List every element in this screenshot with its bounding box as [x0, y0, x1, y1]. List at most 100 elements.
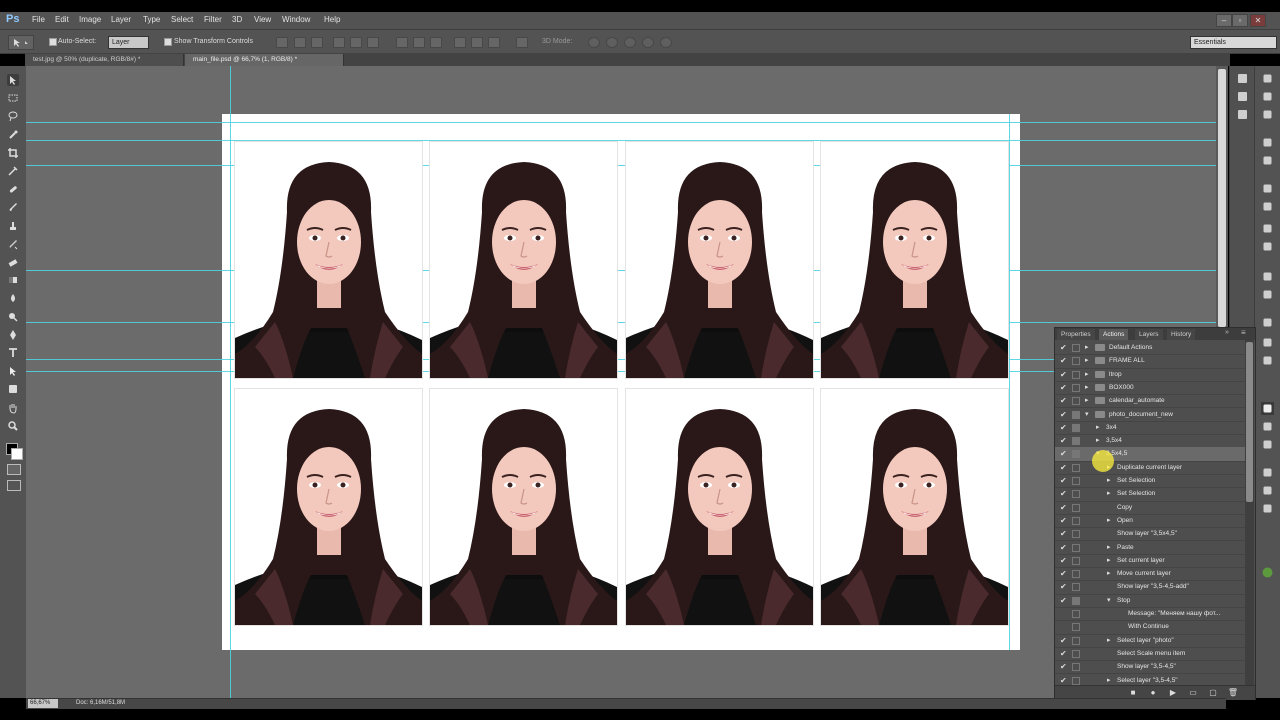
auto-select-checkbox[interactable] [49, 38, 57, 46]
action-row[interactable]: With Continue [1055, 620, 1245, 635]
dialog-toggle-checkbox[interactable] [1072, 663, 1080, 672]
action-row[interactable]: ✔ ▸ Select layer "3,5-4,5" [1055, 674, 1245, 688]
menu-filter[interactable]: Filter [204, 15, 222, 24]
toggle-item-checkbox[interactable]: ✔ [1060, 541, 1069, 554]
timeline-icon[interactable] [1261, 438, 1274, 451]
action-row[interactable]: ✔ ▸ 3,5x4 [1055, 434, 1245, 449]
action-row[interactable]: ✔▸Duplicate current layer [1055, 461, 1245, 475]
minimize-button[interactable]: – [1216, 14, 1232, 27]
toggle-item-checkbox[interactable]: ✔ [1060, 474, 1069, 487]
styles-icon[interactable] [1261, 154, 1274, 167]
collapse-arrow-icon[interactable]: ▾ [1085, 408, 1089, 421]
healing-brush-icon[interactable] [7, 183, 19, 195]
menu-select[interactable]: Select [171, 15, 193, 24]
paragraph-icon[interactable] [1261, 288, 1274, 301]
action-row[interactable]: ✔ Show layer "3,5-4,5" [1055, 660, 1245, 675]
align-distribute-icon[interactable] [430, 37, 442, 48]
expand-arrow-icon[interactable]: ▸ [1085, 381, 1089, 394]
dialog-toggle-checkbox[interactable] [1072, 516, 1080, 525]
channels-icon[interactable] [1261, 336, 1274, 349]
crop-tool-icon[interactable] [7, 147, 19, 159]
dialog-toggle-checkbox[interactable] [1072, 636, 1080, 645]
action-row[interactable]: ✔ ▾ Stop [1055, 594, 1245, 608]
dialog-toggle-checkbox[interactable] [1072, 437, 1080, 446]
move-tool-preset[interactable] [8, 35, 34, 50]
align-distribute-icon[interactable] [350, 37, 362, 48]
show-transform-checkbox[interactable] [164, 38, 172, 46]
toggle-item-checkbox[interactable]: ✔ [1060, 421, 1069, 434]
dialog-toggle-checkbox[interactable] [1072, 463, 1080, 472]
toggle-item-checkbox[interactable]: ✔ [1060, 487, 1069, 500]
brush-presets-icon[interactable] [1236, 90, 1249, 103]
tab-main-file-psd[interactable]: main_file.psd @ 66,7% (1, RGB/8) * [185, 54, 344, 66]
dialog-toggle-checkbox[interactable] [1072, 410, 1080, 419]
align-distribute-icon[interactable] [454, 37, 466, 48]
dialog-toggle-checkbox[interactable] [1072, 556, 1080, 565]
zoom-field[interactable]: 66,67% [28, 699, 58, 708]
notes-icon[interactable] [1261, 466, 1274, 479]
pen-tool-icon[interactable] [7, 329, 19, 341]
menu-edit[interactable]: Edit [55, 15, 69, 24]
expand-arrow-icon[interactable]: ▸ [1107, 567, 1111, 580]
toggle-item-checkbox[interactable]: ✔ [1060, 514, 1069, 527]
character-icon[interactable] [1261, 270, 1274, 283]
align-distribute-icon[interactable] [516, 37, 528, 48]
dialog-toggle-checkbox[interactable] [1072, 370, 1080, 379]
action-row[interactable]: ✔ ▸ Move current layer [1055, 567, 1245, 582]
action-row[interactable]: ✔ Select Scale menu item [1055, 647, 1245, 662]
action-row[interactable]: ✔ ▸ Set Selection [1055, 487, 1245, 502]
dialog-toggle-checkbox[interactable] [1072, 397, 1080, 406]
quick-select-tool-icon[interactable] [7, 129, 19, 141]
layers-icon[interactable] [1261, 316, 1274, 329]
action-row[interactable]: ✔ ▸ Select layer "photo" [1055, 634, 1245, 648]
quick-mask-icon[interactable] [7, 464, 21, 475]
expand-arrow-icon[interactable]: ▸ [1107, 541, 1111, 554]
collapse-arrow-icon[interactable]: ▾ [1107, 594, 1111, 607]
toggle-item-checkbox[interactable]: ✔ [1060, 554, 1069, 567]
blur-tool-icon[interactable] [7, 292, 19, 304]
history-brush-icon[interactable] [7, 238, 19, 250]
toggle-item-checkbox[interactable]: ✔ [1060, 368, 1069, 381]
doc-size-info[interactable]: Doc: 6,16M/51,8M [76, 700, 125, 706]
dialog-toggle-checkbox[interactable] [1072, 357, 1080, 366]
expand-arrow-icon[interactable]: ▸ [1107, 487, 1111, 500]
restore-button[interactable]: ▫ [1232, 14, 1248, 27]
tab-test-jpg[interactable]: test.jpg @ 50% (duplicate, RGB/8#) * [25, 54, 184, 66]
navigator-icon[interactable] [1261, 182, 1274, 195]
expand-arrow-icon[interactable]: ▸ [1085, 354, 1089, 367]
align-distribute-icon[interactable] [396, 37, 408, 48]
dialog-toggle-checkbox[interactable] [1072, 570, 1080, 579]
align-distribute-icon[interactable] [471, 37, 483, 48]
stop-icon[interactable]: ■ [1127, 688, 1139, 697]
path-select-tool-icon[interactable] [7, 365, 19, 377]
action-row[interactable]: ✔ ▸ FRAME ALL [1055, 354, 1245, 369]
zoom-tool-icon[interactable] [7, 420, 19, 432]
dialog-toggle-checkbox[interactable] [1072, 383, 1080, 392]
3d-mode-icon[interactable] [642, 37, 654, 48]
hand-tool-icon[interactable] [7, 402, 19, 414]
scrollbar-thumb[interactable] [1218, 69, 1226, 327]
expand-arrow-icon[interactable]: ▸ [1107, 514, 1111, 527]
dialog-toggle-checkbox[interactable] [1072, 649, 1080, 658]
panel-scrollbar[interactable] [1245, 340, 1254, 686]
action-row[interactable]: ✔ ▸ ltrop [1055, 368, 1245, 382]
toggle-item-checkbox[interactable] [1060, 607, 1069, 620]
tab-layers[interactable]: Layers [1135, 329, 1163, 340]
dialog-toggle-checkbox[interactable] [1072, 530, 1080, 539]
dialog-toggle-checkbox[interactable] [1072, 490, 1080, 499]
tab-actions[interactable]: Actions [1099, 329, 1129, 340]
expand-arrow-icon[interactable]: ▸ [1085, 341, 1089, 354]
toggle-item-checkbox[interactable]: ✔ [1060, 580, 1069, 593]
layer-comps-icon[interactable] [1261, 484, 1274, 497]
action-row[interactable]: ✔ ▸ Set Selection [1055, 474, 1245, 489]
background-color-swatch[interactable] [11, 448, 23, 460]
eraser-tool-icon[interactable] [7, 256, 19, 268]
menu-layer[interactable]: Layer [111, 15, 131, 24]
menu-file[interactable]: File [32, 15, 45, 24]
history-icon[interactable] [1236, 72, 1249, 85]
dialog-toggle-checkbox[interactable] [1072, 583, 1080, 592]
menu-help[interactable]: Help [324, 15, 340, 24]
align-distribute-icon[interactable] [413, 37, 425, 48]
type-tool-icon[interactable] [7, 347, 19, 359]
settings-icon[interactable] [1236, 108, 1249, 121]
